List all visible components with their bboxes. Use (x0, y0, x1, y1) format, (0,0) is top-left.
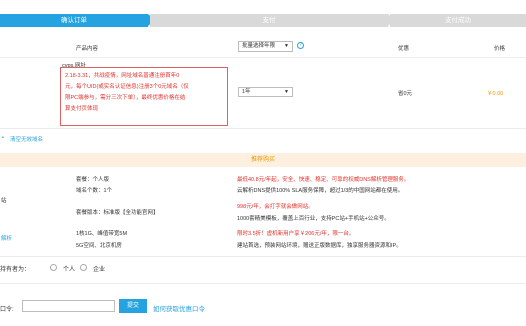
coupon-input[interactable] (22, 300, 115, 312)
step-label: 确认订单 (61, 17, 87, 24)
notice-line: 算支付页体现 (65, 106, 99, 112)
dns-promo-price: 最低40.8元/年起，安全、快速、稳定、可靠的权威DNS解析管理服务。 (237, 177, 410, 183)
period-select[interactable]: 1年 ▼ (238, 87, 293, 97)
dns-domain-count: 域名个数：1个 (76, 188, 113, 194)
coupon-submit-button[interactable]: 提交 (119, 299, 147, 313)
step-label: 支付 (262, 17, 276, 24)
holder-type-label: 持有者为： (0, 267, 31, 273)
step-confirm-order: 确认订单 (0, 14, 155, 27)
batch-year-select[interactable]: 批量选择年限 ▼ (238, 41, 293, 52)
site-description: 1000套精美模板，覆盖上百行业，支持PC站+手机站+公众号。 (237, 216, 390, 222)
chevron-down-icon: ▼ (284, 43, 289, 49)
host-space: 5G空间、北京机房 (76, 243, 122, 249)
notice-line: 元，每个UID(或实名认证信息)注册3个0元域名（仅 (65, 84, 189, 90)
promo-notice: 2.18-3.31，共战疫情，网址域名普通注册首年0 元，每个UID(或实名认证… (60, 67, 228, 126)
host-spec: 1核1G、峰值带宽5M (76, 231, 128, 237)
radio-personal[interactable] (50, 264, 57, 271)
chevron-down-icon: ▼ (284, 89, 289, 95)
column-product: 产品内容 (76, 46, 99, 52)
host-description: 建站首选，预装网站环境，赠送正版数据库，独享服务器资源和IP。 (237, 243, 402, 249)
step-arrow (388, 14, 395, 26)
radio-enterprise-label[interactable]: 企业 (93, 264, 105, 273)
section-divider (0, 283, 526, 284)
trash-icon: ▪ (2, 135, 4, 141)
holder-type-row: 持有者为： 个人 企业 (0, 263, 526, 273)
notice-line: 2.18-3.31，共战疫情，网址域名普通注册首年0 (65, 73, 180, 79)
coupon-help-link[interactable]: 如何获取优惠口令 (153, 303, 205, 313)
discount-value: 省0元 (398, 91, 413, 97)
dns-package: 套餐：个人版 (76, 177, 110, 183)
radio-enterprise[interactable] (80, 264, 87, 271)
step-label: 支付成功 (445, 17, 471, 24)
radio-personal-label[interactable]: 个人 (63, 264, 75, 273)
site-package: 套餐版本：标准版【全功能官网】 (76, 210, 159, 216)
side-label: 解析 (1, 236, 13, 242)
clear-invalid-domains-link[interactable]: 清空无效域名 (10, 135, 43, 143)
batch-year-select-value: 批量选择年限 (242, 43, 276, 49)
row-divider (0, 128, 526, 129)
recommend-section-title: 推荐购买 (0, 153, 526, 167)
side-label: 站 (1, 198, 7, 204)
price-value: ￥0.00 (487, 91, 504, 97)
order-table-header: 产品内容 批量选择年限 ▼ ? 优惠 价格 (0, 36, 526, 58)
coupon-label: 口令: (0, 307, 14, 313)
dns-description: 云解析DNS提供100% SLA服务保障，超过1/3的中国网站都在使用。 (237, 188, 404, 194)
site-promo-price: 998元/年，会打字就会做网站。 (237, 204, 314, 210)
period-select-value: 1年 (242, 89, 251, 95)
column-price: 价格 (494, 46, 506, 52)
column-discount: 优惠 (398, 46, 410, 52)
checkout-steps: 确认订单 支付 支付成功 (0, 14, 526, 27)
help-icon[interactable]: ? (297, 42, 304, 49)
host-promo-price: 限时3.5折！虚机新用户享￥206元/年，限一台。 (237, 231, 355, 237)
step-pay: 支付 (150, 14, 395, 27)
step-success: 支付成功 (390, 14, 526, 27)
notice-line: 限PC端参与，需分三次下单），最终优惠价格在结 (65, 95, 186, 101)
section-divider (0, 256, 526, 257)
